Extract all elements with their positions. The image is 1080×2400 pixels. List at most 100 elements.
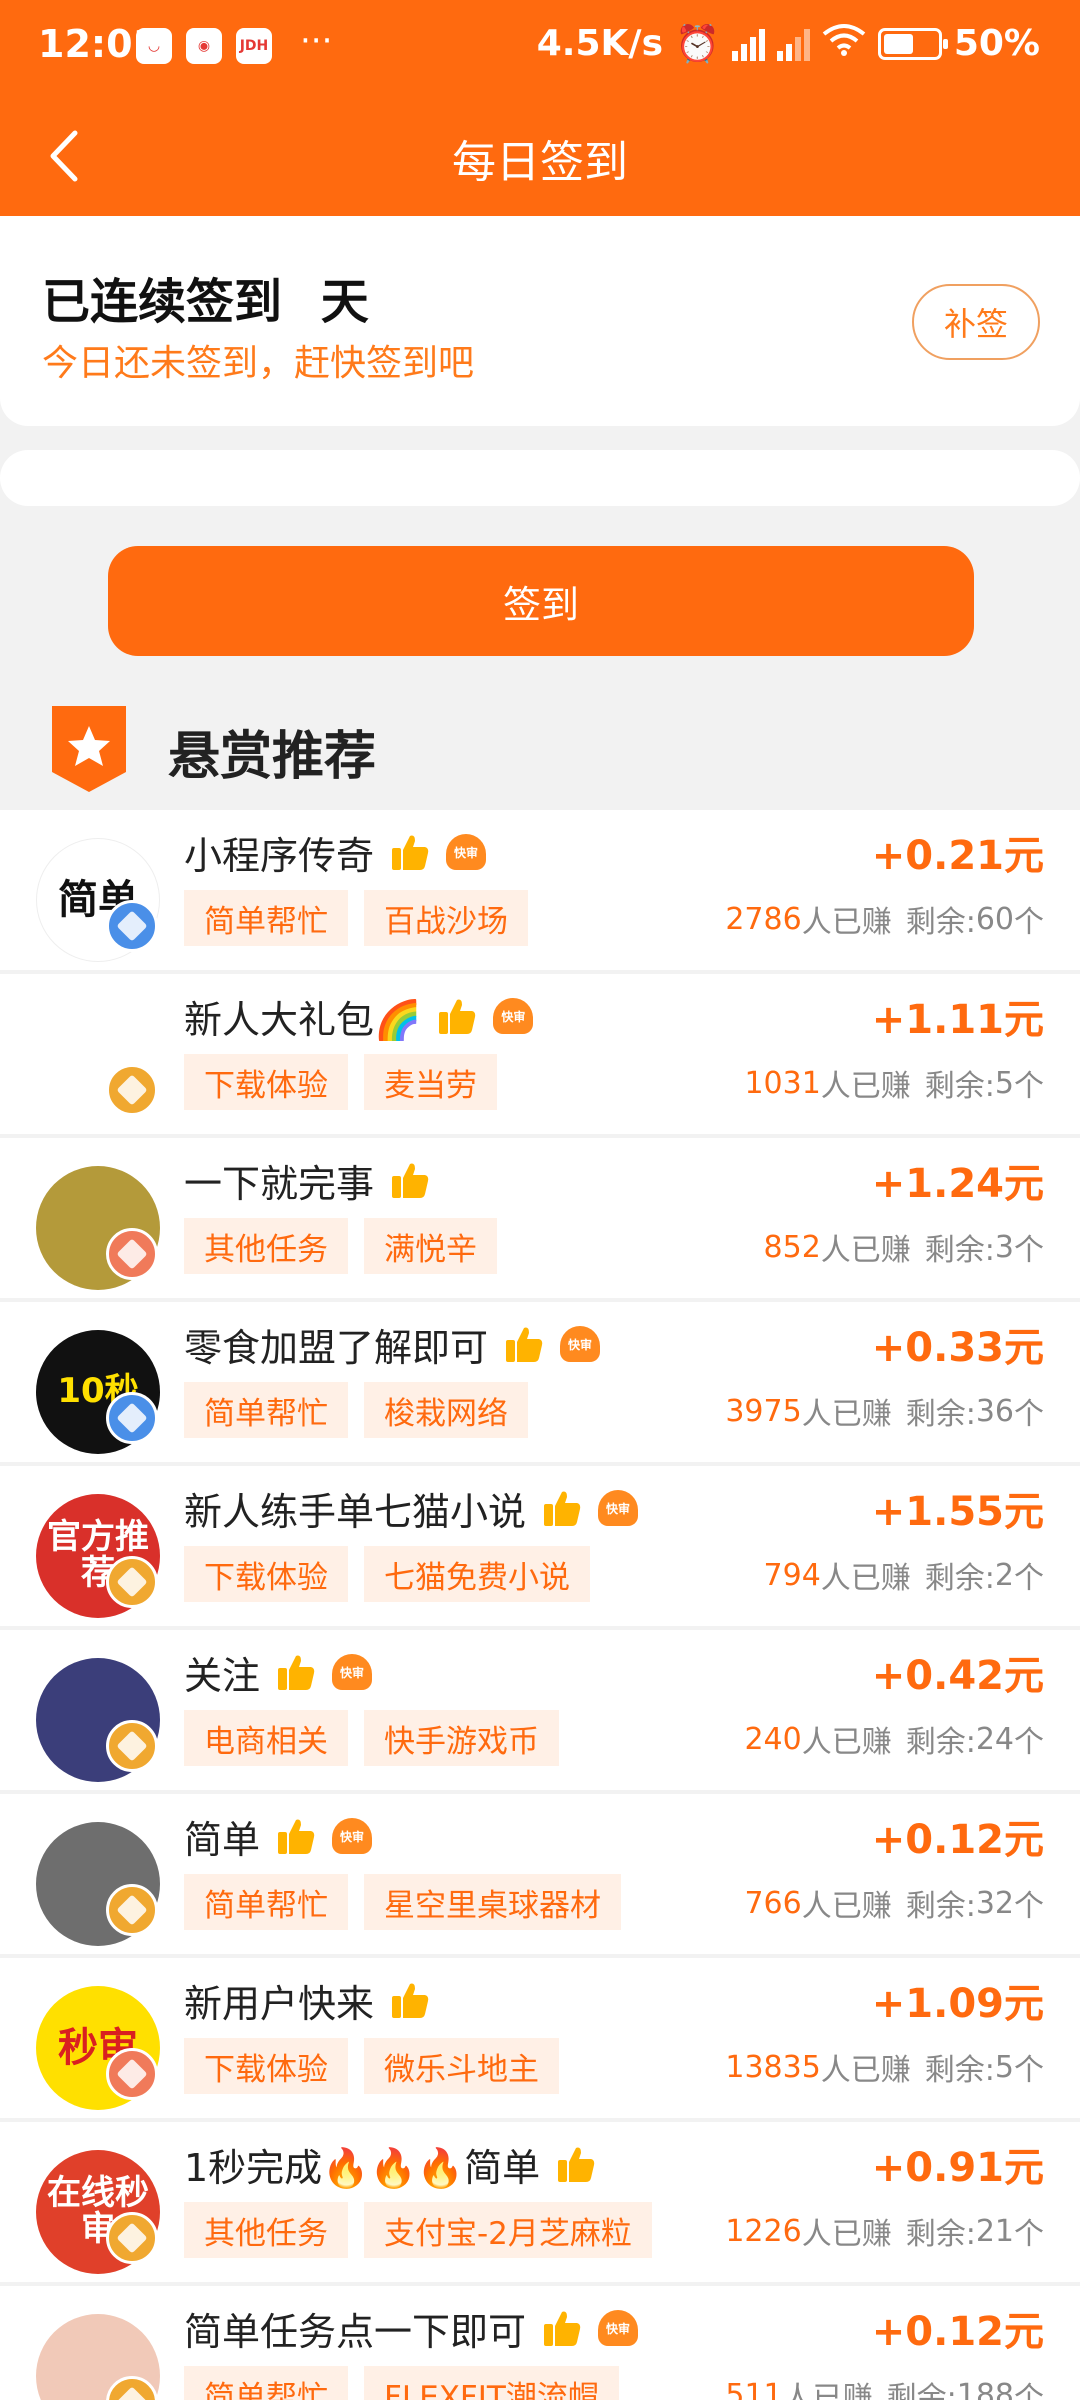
- earned-suffix: 人已赚: [801, 1889, 892, 1924]
- task-tag: 下载体验: [184, 1546, 348, 1602]
- signal-icon: [731, 27, 765, 61]
- task-meta: 13835 人已赚 剩余: 5 个: [725, 2042, 1044, 2092]
- task-tag: 电商相关: [184, 1710, 348, 1766]
- earned-suffix: 人已赚: [801, 1725, 892, 1760]
- task-tags: 下载体验 麦当劳: [184, 1054, 497, 1110]
- remaining-prefix: 剩余:: [905, 2217, 976, 2252]
- task-meta: 766 人已赚 剩余: 32 个: [744, 1878, 1044, 1928]
- task-meta: 794 人已赚 剩余: 2 个: [764, 1550, 1044, 1600]
- task-row[interactable]: 10秒 零食加盟了解即可 快审 简单帮忙 梭栽网络 +0.33元 3975 人已赚 剩余: 36 个: [0, 1302, 1080, 1462]
- task-title: 新人大礼包🌈: [184, 997, 422, 1042]
- verified-badge-icon: [106, 1228, 158, 1280]
- quick-review-icon: 快审: [332, 1654, 373, 1690]
- task-tags: 电商相关 快手游戏币: [184, 1710, 559, 1766]
- task-tags: 简单帮忙 星空里桌球器材: [184, 1874, 621, 1930]
- thumbs-up-icon: [504, 1324, 544, 1364]
- task-tags: 简单帮忙 FLEXFIT潮流帽: [184, 2366, 619, 2400]
- remaining-prefix: 剩余:: [905, 905, 976, 940]
- earned-count: 13835: [725, 2049, 821, 2085]
- task-tag: 满悦辛: [364, 1218, 497, 1274]
- task-tag: 麦当劳: [364, 1054, 497, 1110]
- task-title: 小程序传奇: [184, 833, 375, 878]
- task-row[interactable]: 一下就完事 其他任务 满悦辛 +1.24元 852 人已赚 剩余: 3 个: [0, 1138, 1080, 1298]
- earned-count: 240: [744, 1721, 802, 1757]
- battery-level: [883, 33, 913, 54]
- task-row[interactable]: 秒审 新用户快来 下载体验 微乐斗地主 +1.09元 13835 人已赚 剩余: 5 个: [0, 1958, 1080, 2118]
- task-row[interactable]: 官方推荐 新人练手单七猫小说 快审 下载体验 七猫免费小说 +1.55元 794 人已赚 剩余:…: [0, 1466, 1080, 1626]
- task-meta: 511 人已赚 剩余: 188 个: [725, 2370, 1044, 2400]
- sign-in-button[interactable]: 签到: [108, 546, 974, 656]
- remaining-unit: 个: [1014, 1889, 1044, 1924]
- task-row[interactable]: 简单任务点一下即可 快审 简单帮忙 FLEXFIT潮流帽 +0.12元 511 人已赚 剩余:…: [0, 2286, 1080, 2400]
- task-tags: 下载体验 七猫免费小说: [184, 1546, 590, 1602]
- earned-count: 766: [744, 1885, 802, 1921]
- remaining-unit: 个: [1014, 2217, 1044, 2252]
- verified-badge-icon: [106, 1884, 158, 1936]
- verified-badge-icon: [106, 1556, 158, 1608]
- task-row[interactable]: 简单 小程序传奇 快审 简单帮忙 百战沙场 +0.21元 2786 人已赚 剩余: 60 个: [0, 810, 1080, 970]
- task-tags: 下载体验 微乐斗地主: [184, 2038, 559, 2094]
- quick-review-icon: 快审: [560, 1326, 601, 1362]
- task-row[interactable]: 关注 快审电商相关 快手游戏币 +0.42元 240 人已赚 剩余: 24 个: [0, 1630, 1080, 1790]
- earned-count: 2786: [725, 901, 802, 937]
- streak-label: 已连续签到: [42, 274, 283, 330]
- task-title-row: 简单任务点一下即可 快审: [184, 2300, 639, 2356]
- quick-review-icon: 快审: [598, 2310, 639, 2346]
- task-title: 简单: [184, 1817, 261, 1862]
- thumbs-up-icon: [437, 996, 477, 1036]
- task-tag: 其他任务: [184, 2202, 348, 2258]
- remaining-unit: 个: [1014, 1561, 1044, 1596]
- remaining-prefix: 剩余:: [886, 2381, 957, 2400]
- task-tag: 下载体验: [184, 2038, 348, 2094]
- remaining-unit: 个: [1014, 1397, 1044, 1432]
- verified-badge-icon: [106, 900, 158, 952]
- battery-icon: [877, 27, 948, 60]
- task-title-row: 新人练手单七猫小说 快审: [184, 1480, 639, 1536]
- task-reward: +0.42元: [871, 1653, 1044, 1699]
- remaining-prefix: 剩余:: [924, 1561, 995, 1596]
- remaining-count: 5: [994, 2049, 1014, 2085]
- remaining-count: 21: [975, 2213, 1014, 2249]
- task-title-row: 1秒完成🔥🔥🔥简单: [184, 2136, 596, 2192]
- remaining-prefix: 剩余:: [905, 1725, 976, 1760]
- remaining-count: 2: [994, 1557, 1014, 1593]
- streak-unit: 天: [320, 274, 369, 330]
- task-tag: 其他任务: [184, 1218, 348, 1274]
- remaining-prefix: 剩余:: [905, 1889, 976, 1924]
- task-list: 简单 小程序传奇 快审 简单帮忙 百战沙场 +0.21元 2786 人已赚 剩余: 60 个新人大礼…: [0, 810, 1080, 2400]
- task-reward: +1.55元: [871, 1489, 1044, 1535]
- task-title: 新人练手单七猫小说: [184, 1489, 527, 1534]
- task-tag: 七猫免费小说: [364, 1546, 590, 1602]
- verified-badge-icon: [106, 1064, 158, 1116]
- task-tag: 百战沙场: [364, 890, 528, 946]
- remaining-count: 60: [975, 901, 1014, 937]
- task-meta: 240 人已赚 剩余: 24 个: [744, 1714, 1044, 1764]
- earned-suffix: 人已赚: [820, 1069, 911, 1104]
- task-title-row: 新人大礼包🌈 快审: [184, 988, 534, 1044]
- task-row[interactable]: 新人大礼包🌈 快审 下载体验 麦当劳 +1.11元 1031 人已赚 剩余: 5 个: [0, 974, 1080, 1134]
- quick-review-icon: 快审: [446, 834, 487, 870]
- thumbs-up-icon: [542, 1488, 582, 1528]
- battery-percent: 50%: [953, 23, 1040, 64]
- remaining-unit: 个: [1014, 905, 1044, 940]
- calendar-strip: [0, 450, 1080, 506]
- remaining-count: 32: [975, 1885, 1014, 1921]
- task-title: 关注: [184, 1653, 261, 1698]
- remaining-count: 36: [975, 1393, 1014, 1429]
- more-notifications-icon: ···: [300, 21, 333, 61]
- task-row[interactable]: 简单 快审 简单帮忙 星空里桌球器材 +0.12元 766 人已赚 剩余: 32 个: [0, 1794, 1080, 1954]
- task-row[interactable]: 在线秒审 1秒完成🔥🔥🔥简单 其他任务 支付宝-2月芝麻粒 +0.91元 1226 人已赚剩…: [0, 2122, 1080, 2282]
- thumbs-up-icon: [542, 2308, 582, 2348]
- task-tag: 下载体验: [184, 1054, 348, 1110]
- earned-count: 3975: [725, 1393, 802, 1429]
- network-speed: 4.5K/s: [536, 23, 663, 64]
- app-icon: ◉: [186, 28, 222, 64]
- remaining-unit: 个: [1014, 2381, 1044, 2400]
- status-app-icons: ◡ ◉ JDH ···: [136, 21, 332, 64]
- resign-button[interactable]: 补签: [912, 284, 1040, 360]
- remaining-count: 24: [975, 1721, 1014, 1757]
- task-title: 新用户快来: [184, 1981, 375, 2026]
- task-reward: +0.12元: [871, 1817, 1044, 1863]
- remaining-unit: 个: [1014, 1725, 1044, 1760]
- earned-count: 794: [763, 1557, 821, 1593]
